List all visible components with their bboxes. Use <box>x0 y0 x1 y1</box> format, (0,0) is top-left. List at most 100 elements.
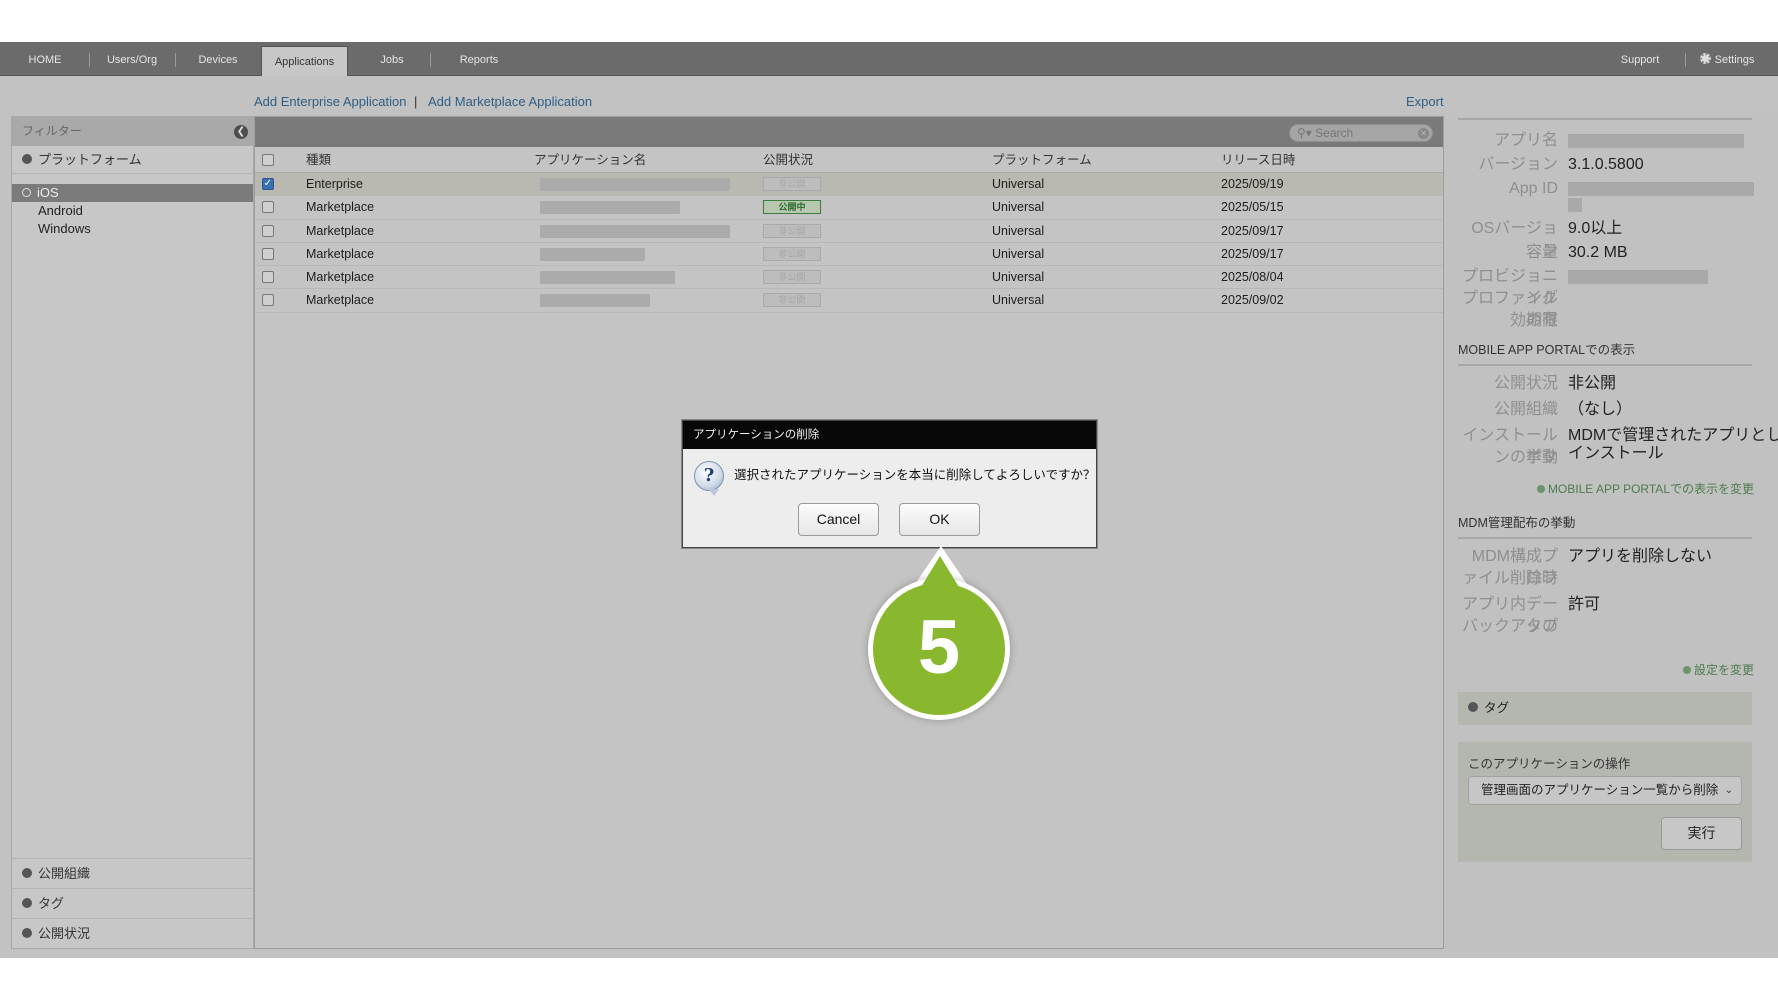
search-input[interactable]: ⚲▾ Search ✕ <box>1289 124 1433 142</box>
row-checkbox[interactable] <box>262 247 274 260</box>
redacted-app-name <box>540 271 675 285</box>
operation-title: このアプリケーションの操作 <box>1468 757 1631 771</box>
export-link[interactable]: Export <box>1406 94 1444 109</box>
nav-support[interactable]: Support <box>1612 42 1668 76</box>
change-settings-label: 設定を変更 <box>1693 663 1754 677</box>
chevron-down-icon <box>22 898 32 908</box>
column-header-platform[interactable]: プラットフォーム <box>992 147 1092 173</box>
table-row[interactable]: Marketplace 非公開 Universal 2025/09/17 <box>255 220 1443 243</box>
ok-button[interactable]: OK <box>899 503 980 536</box>
step-callout: 5 <box>868 578 1010 720</box>
install-behavior-value: インストール <box>1568 445 1664 462</box>
portal-status-value: 非公開 <box>1568 375 1617 392</box>
operation-box: このアプリケーションの操作 管理画面のアプリケーション一覧から削除 ⌄ 実行 <box>1458 742 1752 862</box>
org-section-header[interactable]: 公開組織 <box>12 858 253 888</box>
nav-settings[interactable]: Settings <box>1695 42 1759 76</box>
redacted-app-name <box>540 178 730 191</box>
row-checkbox[interactable] <box>262 294 274 307</box>
row-platform: Universal <box>992 246 1045 261</box>
portal-org-value: （なし） <box>1568 401 1633 418</box>
table-row[interactable]: Marketplace 非公開 Universal 2025/08/04 <box>255 266 1443 290</box>
add-enterprise-link[interactable]: Add Enterprise Application <box>254 94 406 109</box>
tag-section-header[interactable]: タグ <box>12 888 253 918</box>
app-name-label: アプリ名 <box>1493 132 1558 149</box>
change-portal-display-label: MOBILE APP PORTALでの表示を変更 <box>1547 482 1754 496</box>
nav-applications[interactable]: Applications <box>261 46 348 77</box>
status-section-label: 公開状況 <box>38 926 91 941</box>
table-header: 種類 アプリケーション名 公開状況 プラットフォーム リリース日時 <box>255 147 1443 173</box>
status-badge: 非公開 <box>763 223 821 238</box>
backup-label: バックアップ <box>1461 618 1558 635</box>
chevron-down-icon <box>22 868 32 878</box>
platform-section-label: プラットフォーム <box>38 152 142 167</box>
status-badge: 公開中 <box>763 200 821 215</box>
portal-status-label: 公開状況 <box>1493 375 1558 392</box>
cancel-button[interactable]: Cancel <box>798 503 879 536</box>
install-button-label: ンの挙動 <box>1493 449 1558 466</box>
redacted-app-id <box>1568 182 1754 196</box>
row-checkbox[interactable] <box>262 201 274 214</box>
row-platform: Universal <box>992 270 1045 285</box>
nav-devices[interactable]: Devices <box>183 42 253 76</box>
platform-item-ios[interactable]: iOS <box>12 184 253 202</box>
chevron-down-icon: ⌄ <box>1724 785 1733 796</box>
redacted-app-name <box>1568 134 1744 148</box>
platform-item-windows[interactable]: Windows <box>12 220 253 238</box>
mdm-section-title: MDM管理配布の挙動 <box>1458 512 1752 539</box>
column-header-status[interactable]: 公開状況 <box>763 147 813 173</box>
tag-section-header[interactable]: タグ <box>1458 692 1752 725</box>
table-row[interactable]: Marketplace 非公開 Universal 2025/09/02 <box>255 289 1443 313</box>
table-row[interactable]: Marketplace 公開中 Universal 2025/05/15 <box>255 196 1443 220</box>
gear-icon <box>1699 53 1711 64</box>
collapse-icon[interactable]: ❮ <box>234 125 248 139</box>
platform-list: iOS Android Windows <box>12 174 253 238</box>
filter-header: フィルター ❮ <box>12 117 253 146</box>
portal-section-title: MOBILE APP PORTALでの表示 <box>1458 339 1752 366</box>
row-release-date: 2025/09/19 <box>1221 177 1284 191</box>
change-settings-link[interactable]: 設定を変更 <box>1682 661 1754 678</box>
nav-home[interactable]: HOME <box>14 42 76 76</box>
dialog-message: 選択されたアプリケーションを本当に削除してよろしいですか？ <box>734 468 1096 482</box>
nav-reports[interactable]: Reports <box>446 42 512 76</box>
operation-select[interactable]: 管理画面のアプリケーション一覧から削除 ⌄ <box>1468 776 1742 805</box>
nav-divider <box>175 53 176 67</box>
redacted-app-name <box>540 224 730 238</box>
platform-section-header[interactable]: プラットフォーム <box>12 146 253 174</box>
tag-section-label: タグ <box>1484 701 1510 715</box>
change-portal-display-link[interactable]: MOBILE APP PORTALでの表示を変更 <box>1536 480 1754 497</box>
execute-button[interactable]: 実行 <box>1661 817 1742 850</box>
nav-divider <box>89 53 90 67</box>
nav-divider <box>430 53 431 67</box>
row-release-date: 2025/05/15 <box>1221 200 1284 215</box>
nav-users-org[interactable]: Users/Org <box>95 42 169 76</box>
row-checkbox[interactable] <box>262 271 274 284</box>
table-row[interactable]: Marketplace 非公開 Universal 2025/09/17 <box>255 243 1443 267</box>
list-toolbar: ⚲▾ Search ✕ <box>255 117 1443 147</box>
table-row[interactable]: ✓ Enterprise 非公開 Universal 2025/09/19 <box>255 173 1443 197</box>
row-type: Marketplace <box>306 246 375 261</box>
operation-select-value: 管理画面のアプリケーション一覧から削除 <box>1481 783 1719 797</box>
row-checkbox[interactable] <box>262 224 274 237</box>
application-table: 種類 アプリケーション名 公開状況 プラットフォーム リリース日時 ✓ Ente… <box>255 147 1443 313</box>
platform-item-android[interactable]: Android <box>12 202 253 220</box>
os-version-value: 9.0以上 <box>1568 220 1623 237</box>
nav-divider <box>1685 53 1686 67</box>
column-header-name[interactable]: アプリケーション名 <box>534 147 646 173</box>
search-icon: ⚲▾ <box>1297 126 1312 140</box>
question-icon: ? <box>694 461 724 496</box>
clear-icon[interactable]: ✕ <box>1418 128 1429 139</box>
redacted-app-name <box>540 247 645 261</box>
column-header-type[interactable]: 種類 <box>306 147 331 173</box>
add-marketplace-link[interactable]: Add Marketplace Application <box>428 94 592 109</box>
row-checkbox[interactable]: ✓ <box>262 178 274 190</box>
redacted-app-id <box>1568 198 1582 212</box>
nav-jobs[interactable]: Jobs <box>362 42 422 76</box>
chevron-up-icon <box>22 154 32 164</box>
select-all-checkbox[interactable] <box>262 154 274 166</box>
status-badge: 非公開 <box>763 246 821 261</box>
status-section-header[interactable]: 公開状況 <box>12 918 253 948</box>
column-header-release-date[interactable]: リリース日時 <box>1221 147 1295 173</box>
row-type: Marketplace <box>306 200 375 215</box>
status-badge: 非公開 <box>763 177 821 191</box>
chevron-down-icon <box>1468 702 1478 712</box>
